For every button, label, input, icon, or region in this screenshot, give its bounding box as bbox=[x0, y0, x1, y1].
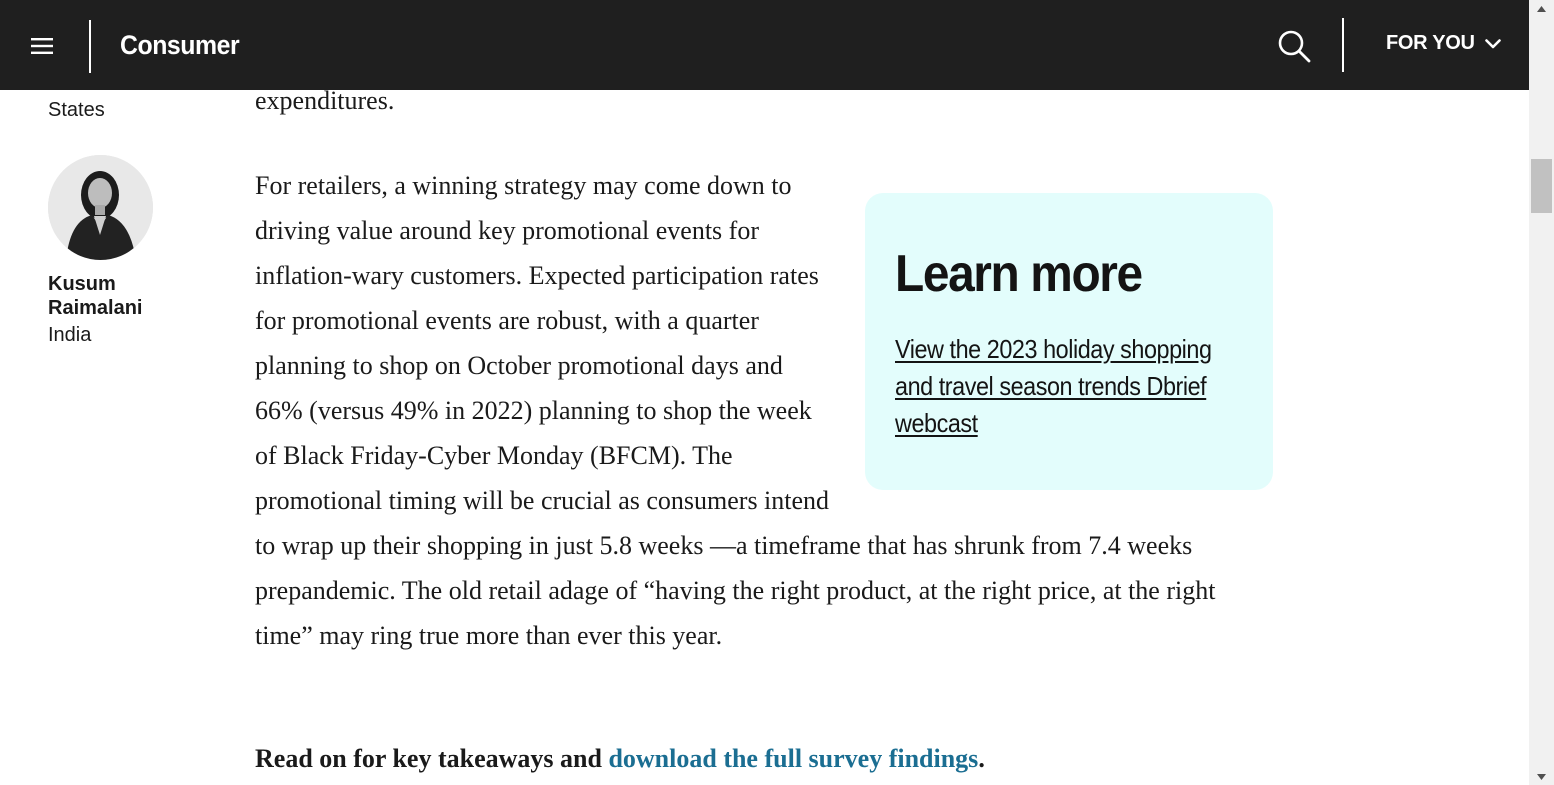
search-icon[interactable] bbox=[1276, 28, 1312, 64]
chevron-down-icon bbox=[1484, 32, 1501, 55]
nav-divider bbox=[89, 20, 91, 73]
scroll-down-arrow-icon[interactable] bbox=[1529, 768, 1554, 785]
article-paragraph: Learn more View the 2023 holiday shoppin… bbox=[255, 163, 1277, 658]
read-on-paragraph: Read on for key takeaways and download t… bbox=[255, 740, 985, 778]
scrollbar-thumb[interactable] bbox=[1531, 159, 1552, 213]
top-navigation-bar: Consumer FOR YOU bbox=[0, 0, 1529, 90]
previous-author-location: States bbox=[48, 99, 105, 121]
page-scrollbar[interactable] bbox=[1529, 0, 1554, 785]
webcast-link[interactable]: View the 2023 holiday shopping and trave… bbox=[895, 331, 1228, 442]
learn-more-callout: Learn more View the 2023 holiday shoppin… bbox=[865, 193, 1273, 490]
hamburger-menu-icon[interactable] bbox=[22, 26, 62, 66]
section-title[interactable]: Consumer bbox=[120, 30, 240, 61]
for-you-label: FOR YOU bbox=[1386, 32, 1475, 54]
download-findings-link[interactable]: download the full survey findings bbox=[608, 744, 978, 773]
author-location: India bbox=[48, 324, 92, 346]
read-on-prefix: Read on for key takeaways and bbox=[255, 744, 609, 773]
nav-divider bbox=[1342, 18, 1344, 72]
learn-more-title: Learn more bbox=[895, 245, 1143, 303]
read-on-suffix: . bbox=[978, 744, 985, 773]
author-avatar[interactable] bbox=[48, 155, 153, 260]
for-you-dropdown[interactable]: FOR YOU bbox=[1386, 32, 1501, 55]
author-name[interactable]: Kusum Raimalani bbox=[48, 272, 168, 320]
article-paragraph-fragment: expenditures. bbox=[255, 86, 395, 115]
scroll-up-arrow-icon[interactable] bbox=[1529, 0, 1554, 17]
